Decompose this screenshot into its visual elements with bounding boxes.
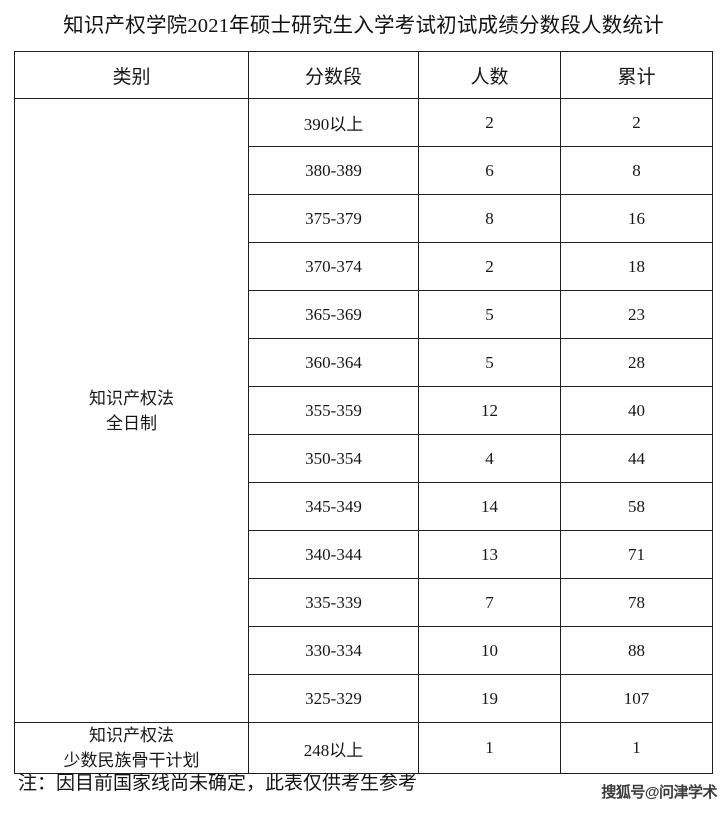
cell-count: 6 xyxy=(418,146,561,195)
cell-score-band: 340-344 xyxy=(248,530,419,579)
cell-count: 7 xyxy=(418,578,561,627)
cell-cumulative: 2 xyxy=(560,98,713,147)
cell-cumulative: 88 xyxy=(560,626,713,675)
column-header-score-band: 分数段 xyxy=(248,51,419,99)
table-header-row: 类别 分数段 人数 累计 xyxy=(14,51,713,99)
watermark-label: 搜狐号@问津学术 xyxy=(601,784,717,801)
table-row: 知识产权法 少数民族骨干计划 248以上 1 1 xyxy=(14,722,713,774)
footer-note: 注：因目前国家线尚未确定，此表仅供考生参考 xyxy=(18,773,418,794)
cell-score-band: 330-334 xyxy=(248,626,419,675)
cell-cumulative: 78 xyxy=(560,578,713,627)
table-row: 知识产权法 全日制 390以上 2 2 xyxy=(14,98,713,723)
cell-cumulative: 16 xyxy=(560,194,713,243)
cell-cumulative: 58 xyxy=(560,482,713,531)
cell-cumulative: 28 xyxy=(560,338,713,387)
cell-score-band: 350-354 xyxy=(248,434,419,483)
cell-count: 2 xyxy=(418,98,561,147)
cell-cumulative: 23 xyxy=(560,290,713,339)
column-header-count: 人数 xyxy=(418,51,561,99)
cell-count: 13 xyxy=(418,530,561,579)
page-title: 知识产权学院2021年硕士研究生入学考试初试成绩分数段人数统计 xyxy=(63,15,664,37)
table-header: 类别 分数段 人数 累计 xyxy=(14,51,713,99)
cell-cumulative: 1 xyxy=(560,722,713,774)
column-header-cumulative: 累计 xyxy=(560,51,713,99)
table-body: 知识产权法 全日制 390以上 2 2 380-389 6 8 375-379 8 16 370-3… xyxy=(14,98,713,774)
cell-count: 8 xyxy=(418,194,561,243)
cell-score-band: 335-339 xyxy=(248,578,419,627)
cell-score-band: 370-374 xyxy=(248,242,419,291)
cell-cumulative: 44 xyxy=(560,434,713,483)
cell-count: 1 xyxy=(418,722,561,774)
cell-count: 5 xyxy=(418,338,561,387)
cell-cumulative: 40 xyxy=(560,386,713,435)
cell-score-band: 345-349 xyxy=(248,482,419,531)
cell-count: 4 xyxy=(418,434,561,483)
score-band-table: 类别 分数段 人数 累计 知识产权法 全日制 390以上 2 2 380-389 6 8 37… xyxy=(14,51,713,774)
cell-cumulative: 8 xyxy=(560,146,713,195)
cell-score-band: 375-379 xyxy=(248,194,419,243)
cell-score-band: 355-359 xyxy=(248,386,419,435)
cell-count: 14 xyxy=(418,482,561,531)
cell-score-band: 365-369 xyxy=(248,290,419,339)
column-header-category: 类别 xyxy=(14,51,249,99)
cell-count: 5 xyxy=(418,290,561,339)
cell-cumulative: 107 xyxy=(560,674,713,723)
cell-score-band: 360-364 xyxy=(248,338,419,387)
page-root: 知识产权学院2021年硕士研究生入学考试初试成绩分数段人数统计 类别 分数段 人… xyxy=(0,0,727,817)
cell-score-band: 248以上 xyxy=(248,722,419,774)
cell-cumulative: 18 xyxy=(560,242,713,291)
cell-count: 12 xyxy=(418,386,561,435)
cell-category: 知识产权法 全日制 xyxy=(14,98,249,723)
cell-count: 10 xyxy=(418,626,561,675)
cell-cumulative: 71 xyxy=(560,530,713,579)
cell-score-band: 380-389 xyxy=(248,146,419,195)
cell-score-band: 390以上 xyxy=(248,98,419,147)
cell-count: 19 xyxy=(418,674,561,723)
cell-count: 2 xyxy=(418,242,561,291)
cell-category: 知识产权法 少数民族骨干计划 xyxy=(14,722,249,774)
cell-score-band: 325-329 xyxy=(248,674,419,723)
